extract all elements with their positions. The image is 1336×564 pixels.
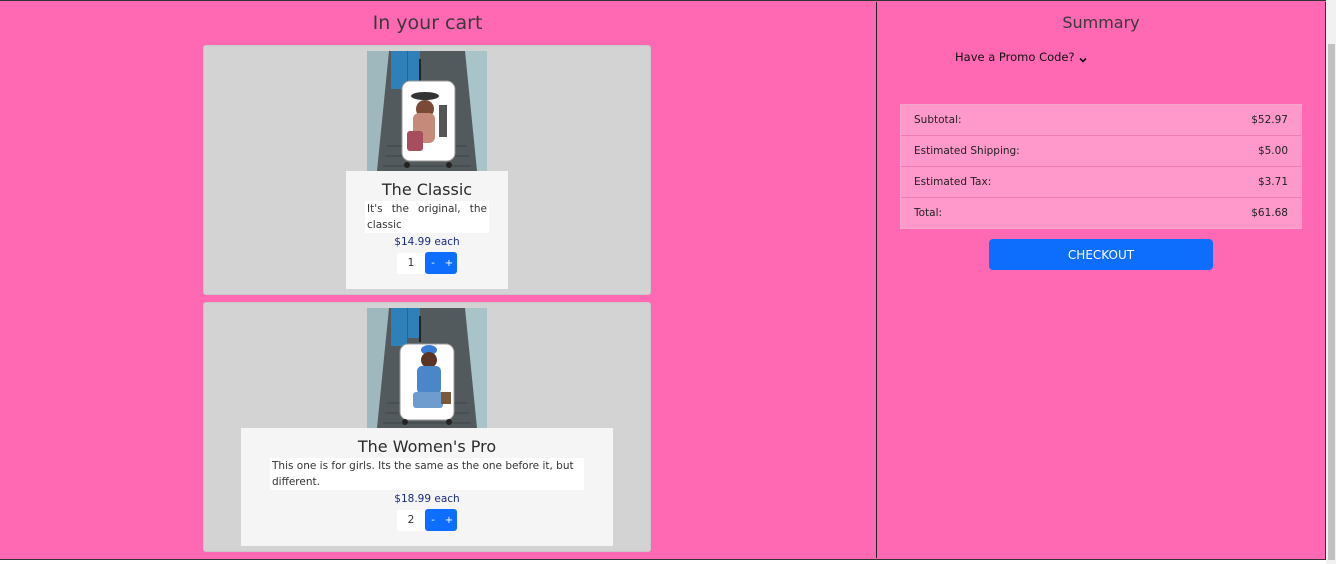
total-row: Total: $61.68 bbox=[901, 198, 1301, 228]
summary-title: Summary bbox=[1062, 13, 1140, 32]
summary-label: Subtotal: bbox=[914, 114, 962, 126]
item-description: This one is for girls. Its the same as t… bbox=[270, 458, 584, 490]
summary-value: $61.68 bbox=[1251, 207, 1288, 219]
product-image bbox=[367, 308, 487, 428]
summary-column: Summary Have a Promo Code? Subtotal: $52… bbox=[877, 2, 1325, 558]
item-price: $14.99 each bbox=[394, 236, 460, 248]
summary-value: $3.71 bbox=[1257, 176, 1288, 188]
summary-label: Total: bbox=[914, 207, 943, 219]
increase-quantity-button[interactable]: + bbox=[441, 509, 457, 531]
summary-label: Estimated Tax: bbox=[914, 176, 992, 188]
item-description: It's the original, the classic bbox=[365, 201, 489, 233]
cart-item: The Women's Pro This one is for girls. I… bbox=[203, 302, 651, 552]
chevron-down-icon bbox=[1079, 53, 1087, 63]
shipping-row: Estimated Shipping: $5.00 bbox=[901, 136, 1301, 167]
quantity-input[interactable]: 2 bbox=[397, 509, 425, 531]
increase-quantity-button[interactable]: + bbox=[441, 252, 457, 274]
cart-column: In your cart The Classic It's the origin… bbox=[0, 2, 876, 558]
decrease-quantity-button[interactable]: - bbox=[425, 509, 441, 531]
decrease-quantity-button[interactable]: - bbox=[425, 252, 441, 274]
checkout-button[interactable]: CHECKOUT bbox=[989, 239, 1213, 270]
cart-item: The Classic It's the original, the class… bbox=[203, 45, 651, 295]
quantity-stepper: 2 - + bbox=[241, 509, 613, 531]
tax-row: Estimated Tax: $3.71 bbox=[901, 167, 1301, 198]
cart-title: In your cart bbox=[372, 12, 483, 34]
promo-code-label: Have a Promo Code? bbox=[955, 50, 1075, 64]
item-price: $18.99 each bbox=[394, 493, 460, 505]
item-details: The Classic It's the original, the class… bbox=[346, 171, 508, 289]
summary-value: $52.97 bbox=[1251, 114, 1288, 126]
summary-value: $5.00 bbox=[1257, 145, 1288, 157]
summary-label: Estimated Shipping: bbox=[914, 145, 1020, 157]
promo-code-toggle[interactable]: Have a Promo Code? bbox=[955, 50, 1087, 64]
quantity-input[interactable]: 1 bbox=[397, 252, 425, 274]
item-details: The Women's Pro This one is for girls. I… bbox=[241, 428, 613, 546]
scrollbar-thumb[interactable] bbox=[1328, 44, 1335, 560]
product-image bbox=[367, 51, 487, 171]
item-name: The Women's Pro bbox=[357, 437, 497, 456]
quantity-stepper: 1 - + bbox=[346, 252, 508, 274]
subtotal-row: Subtotal: $52.97 bbox=[901, 105, 1301, 136]
item-name: The Classic bbox=[381, 180, 473, 199]
order-summary-table: Subtotal: $52.97 Estimated Shipping: $5.… bbox=[900, 104, 1302, 229]
